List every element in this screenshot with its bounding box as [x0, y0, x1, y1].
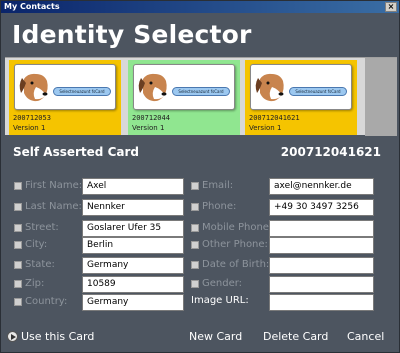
field-other-phone: Other Phone: — [191, 237, 375, 254]
city-field[interactable]: Berlin — [82, 237, 184, 254]
email-field[interactable]: axel@nennker.de — [269, 178, 374, 195]
field-label: Email: — [202, 180, 234, 191]
field-city: City: Berlin — [14, 237, 184, 254]
field-checkbox[interactable] — [14, 224, 22, 232]
state-field[interactable]: Germany — [82, 257, 184, 274]
field-last-name: Last Name: Nennker — [14, 199, 184, 216]
first-name-field[interactable]: Axel — [82, 178, 184, 195]
field-country: Country: Germany — [14, 294, 184, 311]
field-state: State: Germany — [14, 257, 184, 274]
card-version: Version 1 — [13, 124, 46, 132]
zip-field[interactable]: 10589 — [82, 276, 184, 293]
card-badge: Selectneuazunt fsCard — [53, 87, 111, 96]
field-first-name: First Name: Axel — [14, 178, 184, 195]
field-checkbox[interactable] — [14, 280, 22, 288]
card-version: Version 1 — [249, 124, 282, 132]
card-badge: Selectneuazunt fsCard — [172, 87, 230, 96]
field-checkbox[interactable] — [14, 298, 22, 306]
card-version: Version 1 — [132, 124, 165, 132]
card-badge: Selectneuazunt fsCard — [289, 87, 347, 96]
country-field[interactable]: Germany — [82, 294, 184, 311]
field-label: State: — [25, 259, 55, 270]
field-label: City: — [25, 239, 48, 250]
card-image: Selectneuazunt fsCard — [133, 64, 235, 110]
field-checkbox[interactable] — [191, 224, 199, 232]
card-type-title: Self Asserted Card — [13, 145, 139, 159]
mobile-phone-field[interactable] — [269, 220, 374, 237]
field-label: First Name: — [25, 180, 83, 191]
card-details-header: Self Asserted Card 200712041621 — [5, 141, 395, 163]
field-mobile-phone: Mobile Phone: — [191, 220, 375, 237]
card-id: 200712044 — [132, 114, 170, 122]
page-title: Identity Selector — [12, 20, 252, 49]
field-label: Other Phone: — [202, 239, 268, 250]
card-tile-selected[interactable]: Selectneuazunt fsCard 200712044 Version … — [128, 60, 240, 135]
card-carousel-scrollbar[interactable] — [365, 58, 397, 136]
field-checkbox[interactable] — [14, 241, 22, 249]
dog-picture-icon — [254, 69, 288, 105]
field-label: Gender: — [202, 278, 243, 289]
field-label: Mobile Phone: — [202, 222, 273, 233]
field-date-of-birth: Date of Birth: — [191, 257, 375, 274]
gender-field[interactable] — [269, 276, 374, 293]
identity-selector-window: My Contacts × Identity Selector Selectne… — [0, 0, 400, 353]
card-id: 200712041621 — [249, 114, 300, 122]
cancel-button[interactable]: Cancel — [347, 330, 384, 343]
card-number: 200712041621 — [280, 145, 381, 159]
field-email: Email: axel@nennker.de — [191, 178, 375, 195]
field-checkbox[interactable] — [191, 261, 199, 269]
field-label: Zip: — [25, 278, 45, 289]
card-tile[interactable]: Selectneuazunt fsCard 200712041621 Versi… — [245, 60, 357, 135]
image-url-field[interactable] — [269, 294, 374, 311]
field-label: Street: — [25, 222, 59, 233]
delete-card-button[interactable]: Delete Card — [263, 330, 328, 343]
field-checkbox[interactable] — [191, 182, 199, 190]
use-this-card-button[interactable]: Use this Card — [21, 330, 94, 343]
last-name-field[interactable]: Nennker — [82, 199, 184, 216]
phone-field[interactable]: +49 30 3497 3256 — [269, 199, 374, 216]
image-url-label: Image URL: — [191, 295, 249, 306]
footer-bar: Use this Card New Card Delete Card Cance… — [1, 328, 399, 352]
field-street: Street: Goslarer Ufer 35 — [14, 220, 184, 237]
new-card-button[interactable]: New Card — [189, 330, 242, 343]
dog-picture-icon — [18, 69, 52, 105]
street-field[interactable]: Goslarer Ufer 35 — [82, 220, 184, 237]
field-label: Date of Birth: — [202, 259, 270, 270]
dog-picture-icon — [137, 69, 171, 105]
field-label: Last Name: — [25, 201, 82, 212]
card-image: Selectneuazunt fsCard — [250, 64, 352, 110]
field-checkbox[interactable] — [191, 280, 199, 288]
field-label: Country: — [25, 296, 68, 307]
field-zip: Zip: 10589 — [14, 276, 184, 293]
header: Identity Selector — [5, 16, 395, 54]
close-window-button[interactable]: × — [385, 2, 397, 12]
card-tile[interactable]: Selectneuazunt fsCard 200712053 Version … — [9, 60, 121, 135]
date-of-birth-field[interactable] — [269, 257, 374, 274]
field-phone: Phone: +49 30 3497 3256 — [191, 199, 375, 216]
play-arrow-icon[interactable] — [7, 331, 18, 342]
field-checkbox[interactable] — [14, 182, 22, 190]
window-title: My Contacts — [4, 2, 60, 11]
card-id: 200712053 — [13, 114, 51, 122]
card-image: Selectneuazunt fsCard — [14, 64, 116, 110]
field-gender: Gender: — [191, 276, 375, 293]
other-phone-field[interactable] — [269, 237, 374, 254]
field-label: Phone: — [202, 201, 237, 212]
window-titlebar[interactable]: My Contacts × — [1, 1, 399, 13]
field-checkbox[interactable] — [14, 261, 22, 269]
field-checkbox[interactable] — [14, 203, 22, 211]
field-checkbox[interactable] — [191, 241, 199, 249]
card-carousel: Selectneuazunt fsCard 200712053 Version … — [5, 57, 397, 136]
field-checkbox[interactable] — [191, 203, 199, 211]
